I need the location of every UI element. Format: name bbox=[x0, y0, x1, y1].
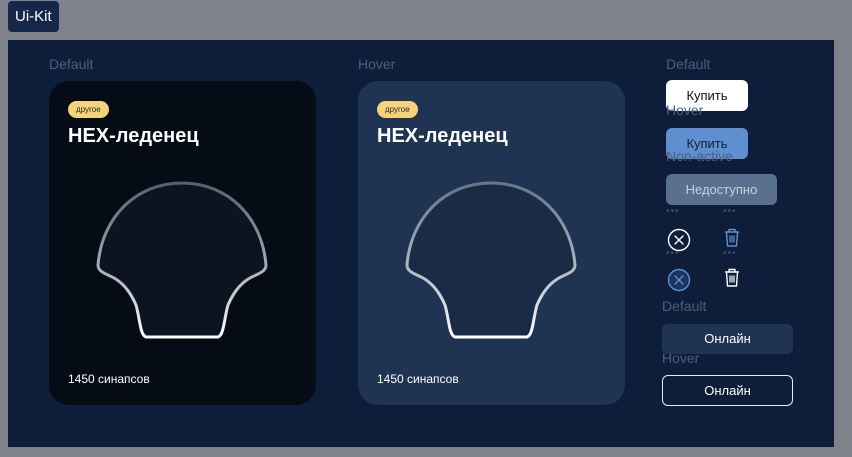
product-card-hover[interactable]: другое HEX-леденец 1450 синапсов bbox=[358, 81, 625, 405]
category-badge: другое bbox=[377, 101, 418, 118]
product-title: HEX-леденец bbox=[68, 125, 199, 147]
label-buy-nonactive: Non-active bbox=[666, 148, 733, 164]
dots-marker: ••• bbox=[723, 248, 737, 259]
buy-button-disabled: Недоступно bbox=[666, 174, 777, 205]
category-badge: другое bbox=[68, 101, 109, 118]
trash-icon[interactable] bbox=[719, 265, 745, 291]
label-cards-default: Default bbox=[49, 56, 94, 72]
product-price: 1450 синапсов bbox=[68, 372, 150, 386]
ui-kit-title: Ui-Kit bbox=[8, 1, 59, 32]
label-buy-default: Default bbox=[666, 56, 711, 72]
hex-candy-image bbox=[405, 181, 577, 339]
label-cards-hover: Hover bbox=[358, 56, 396, 72]
dots-marker: ••• bbox=[666, 206, 680, 217]
components-frame: Default Hover другое HEX-леденец 1450 си… bbox=[8, 40, 834, 447]
dots-marker: ••• bbox=[723, 206, 737, 217]
close-circle-icon[interactable] bbox=[666, 267, 692, 293]
trash-icon[interactable] bbox=[719, 225, 745, 251]
hex-candy-image bbox=[96, 181, 268, 339]
label-buy-hover: Hover bbox=[666, 102, 704, 118]
online-button-hover[interactable]: Онлайн bbox=[662, 375, 793, 406]
label-online-hover: Hover bbox=[662, 350, 700, 366]
product-card-default[interactable]: другое HEX-леденец 1450 синапсов bbox=[49, 81, 316, 405]
product-title: HEX-леденец bbox=[377, 125, 508, 147]
product-price: 1450 синапсов bbox=[377, 372, 459, 386]
label-online-default: Default bbox=[662, 298, 707, 314]
close-circle-icon[interactable] bbox=[666, 227, 692, 253]
